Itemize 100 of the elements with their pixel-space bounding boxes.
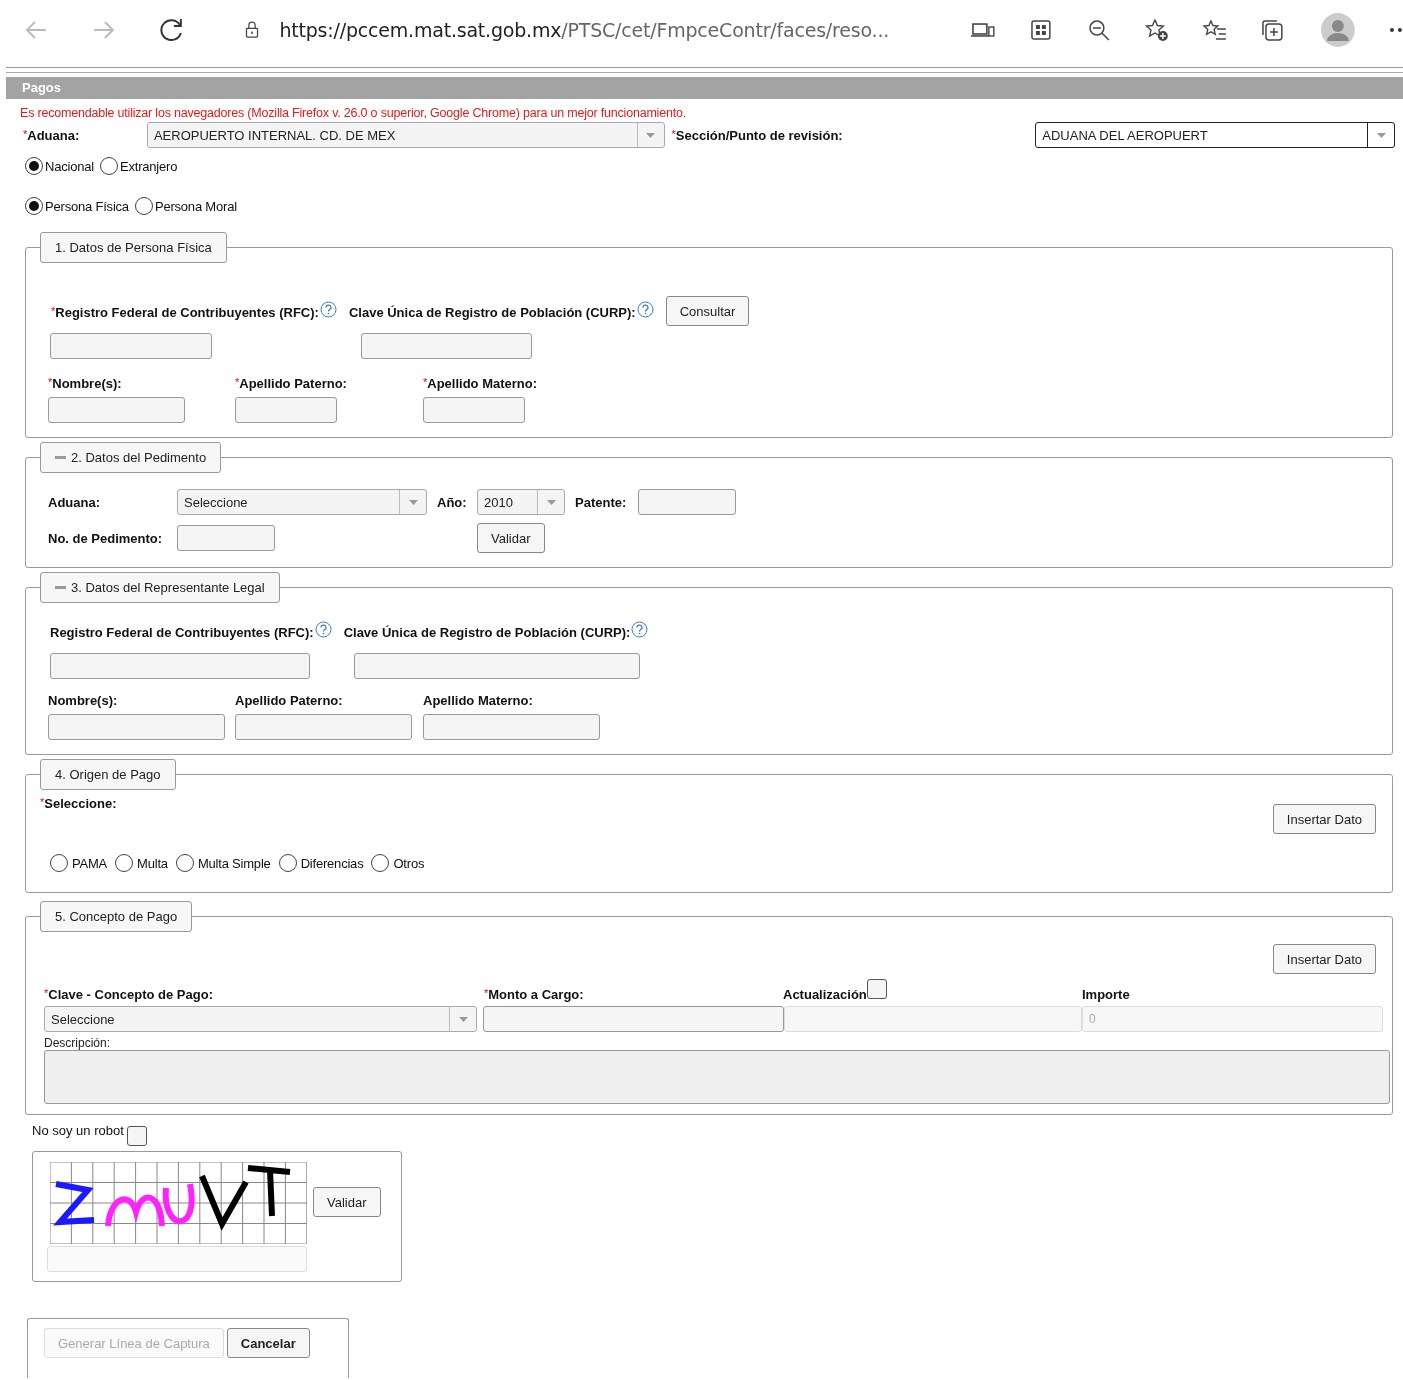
field-label: Descripción: (44, 1036, 112, 1050)
more-icon[interactable] (1389, 27, 1403, 33)
input-field[interactable] (423, 397, 525, 423)
notice-text: Es recomendable utilizar los navegadores (Mozilla Firefox v. 26.0 o superior, Google Chrome) para un mejor funcionamiento. (20, 106, 686, 120)
radio-label[interactable]: Nacional (45, 158, 94, 174)
field-label: No. de Pedimento: (48, 530, 163, 546)
input-field[interactable] (50, 333, 212, 359)
section-header[interactable]: 2. Datos del Pedimento (40, 442, 222, 473)
caret-icon (646, 132, 656, 138)
input-field[interactable] (361, 333, 532, 359)
radio-label[interactable]: Extranjero (120, 158, 178, 174)
help-icon[interactable] (636, 301, 654, 318)
field-label: Apellido Paterno: (239, 376, 347, 391)
dropdown[interactable]: Seleccione (44, 1006, 477, 1032)
field-label: Aduana: (27, 127, 80, 143)
field-label: Actualización (783, 987, 867, 1002)
url-text[interactable]: https://pccem.mat.sat.gob.mx/PTSC/cet/FmpceContr/faces/reso... (279, 19, 890, 41)
section-header: 5. Concepto de Pago (40, 901, 193, 932)
input-field[interactable] (423, 714, 600, 740)
required-mark: * (40, 796, 45, 808)
field-label: Aduana: (48, 494, 100, 510)
favorites-icon[interactable] (1201, 17, 1228, 43)
radio-button[interactable] (278, 854, 297, 872)
radio-label[interactable]: Otros (393, 855, 425, 871)
caret-icon (1376, 132, 1386, 138)
radio-button[interactable] (100, 157, 118, 175)
button[interactable]: Cancelar (226, 1328, 310, 1358)
field-label: Patente: (575, 494, 627, 510)
input-field[interactable] (48, 397, 185, 423)
required-mark: * (235, 376, 240, 388)
field-label: Registro Federal de Contribuyentes (RFC): (50, 625, 314, 640)
field-label: Importe (1082, 987, 1130, 1002)
dropdown[interactable]: Seleccione (177, 489, 427, 515)
field-label: Apellido Materno: (427, 376, 538, 391)
radio-button[interactable] (50, 854, 68, 872)
button[interactable]: Validar (313, 1187, 381, 1217)
page-title: Pagos (22, 79, 61, 97)
text-area[interactable] (44, 1050, 1390, 1104)
field-label: Nombre(s): (52, 376, 122, 391)
caret-icon (546, 499, 556, 505)
checkbox[interactable] (866, 979, 887, 999)
section-header: 4. Origen de Pago (40, 759, 176, 790)
field-label: Sección/Punto de revisión: (675, 127, 843, 143)
avatar-icon[interactable] (1321, 13, 1356, 47)
field-label: Clave - Concepto de Pago: (48, 987, 213, 1002)
radio-label[interactable]: PAMA (72, 855, 108, 871)
radio-button[interactable] (25, 157, 43, 175)
field-label: Monto a Cargo: (488, 987, 584, 1002)
help-icon[interactable] (319, 301, 337, 318)
field-label: Nombre(s): (48, 693, 118, 708)
section-header[interactable]: 3. Datos del Representante Legal (40, 572, 280, 603)
help-icon[interactable] (631, 621, 649, 638)
required-mark: * (671, 127, 676, 140)
radio-button[interactable] (175, 854, 194, 872)
input-field[interactable] (50, 653, 310, 679)
caret-icon (408, 499, 418, 505)
dropdown[interactable]: 2010 (477, 489, 565, 515)
field-label: Apellido Materno: (423, 693, 533, 708)
radio-button[interactable] (115, 854, 134, 872)
radio-button[interactable] (25, 197, 43, 215)
zoom-out-icon[interactable] (1086, 17, 1112, 43)
field-label: Registro Federal de Contribuyentes (RFC): (55, 305, 319, 320)
help-icon[interactable] (314, 621, 332, 638)
radio-label[interactable]: Persona Física (45, 198, 129, 214)
caret-icon (458, 1016, 468, 1022)
radio-label[interactable]: Multa (137, 855, 168, 871)
radio-button[interactable] (371, 854, 390, 872)
input-field[interactable] (177, 525, 275, 551)
add-favorite-icon[interactable] (1143, 17, 1170, 43)
radio-label[interactable]: Multa Simple (197, 855, 271, 871)
section-header: 1. Datos de Persona Física (40, 232, 227, 263)
input-field[interactable] (235, 714, 412, 740)
dropdown[interactable]: ADUANA DEL AEROPUERT (1035, 122, 1395, 148)
required-mark: * (48, 376, 53, 388)
field-label: Apellido Paterno: (235, 693, 343, 708)
button[interactable]: Validar (477, 523, 545, 553)
input-field[interactable] (235, 397, 337, 423)
required-mark: * (51, 305, 56, 317)
button[interactable]: Insertar Dato (1272, 804, 1376, 834)
field-label: Clave Única de Registro de Población (CURP): (348, 305, 636, 320)
input-field[interactable] (354, 653, 640, 679)
button[interactable]: Consultar (665, 296, 750, 326)
input-field[interactable] (48, 714, 225, 740)
button[interactable]: Insertar Dato (1272, 944, 1376, 974)
checkbox[interactable] (126, 1126, 147, 1146)
radio-button[interactable] (134, 197, 153, 215)
required-mark: * (44, 987, 49, 999)
field-label: Año: (437, 494, 467, 510)
checkbox-label: No soy un robot (32, 1123, 124, 1138)
required-mark: * (484, 987, 489, 999)
input-field[interactable] (638, 489, 736, 515)
required-mark: * (423, 376, 428, 388)
radio-label[interactable]: Diferencias (300, 855, 364, 871)
field-label: Seleccione: (44, 796, 117, 811)
input-field: 0 (1082, 1006, 1383, 1032)
input-field[interactable] (483, 1006, 784, 1032)
radio-label[interactable]: Persona Moral (154, 198, 237, 214)
field-label: Clave Única de Registro de Población (CURP): (343, 625, 631, 640)
required-mark: * (23, 127, 28, 140)
collections-icon[interactable] (1259, 17, 1286, 43)
